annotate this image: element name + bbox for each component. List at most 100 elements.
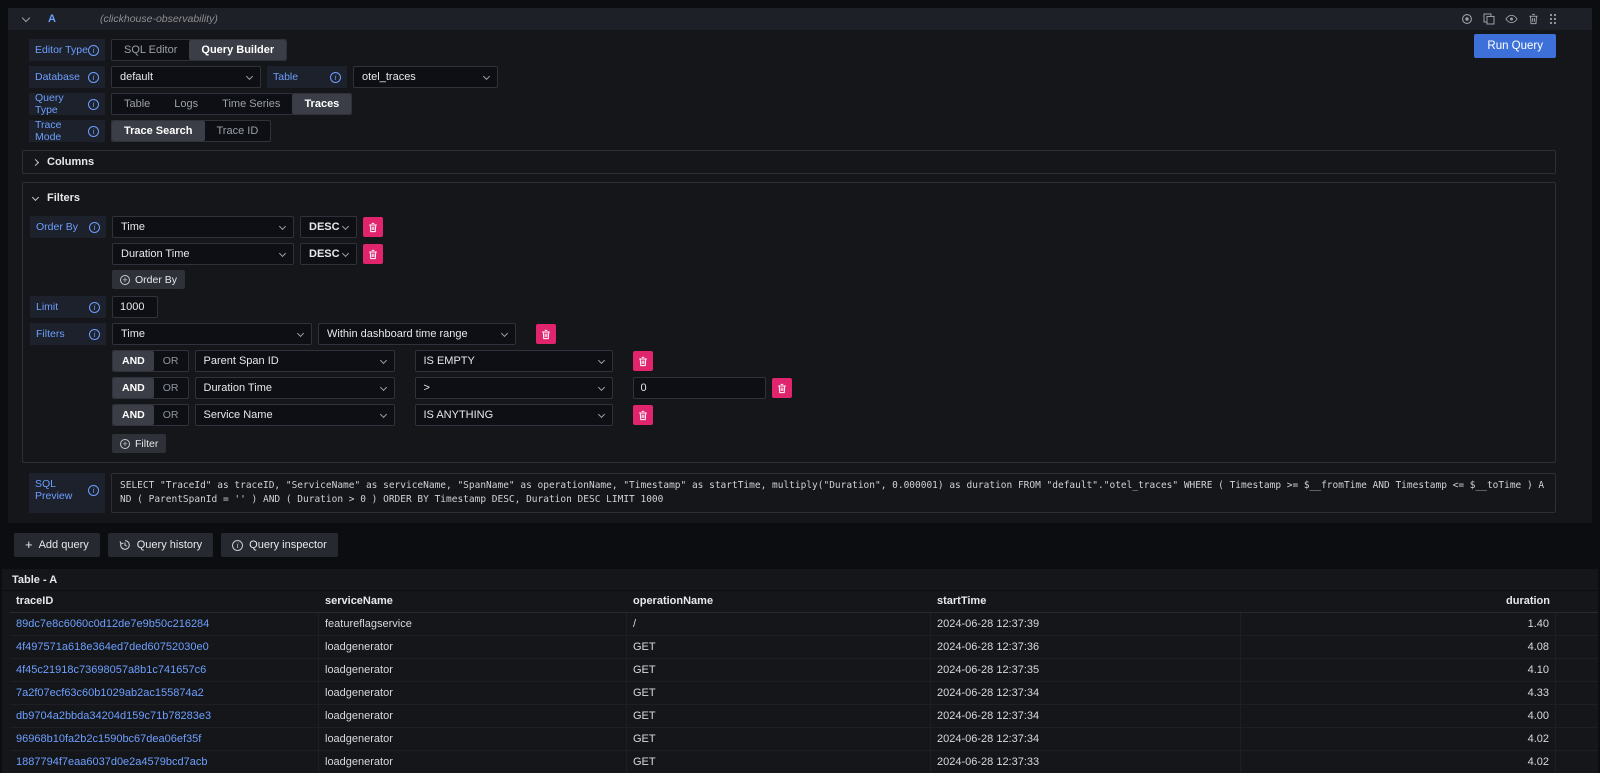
table-row: 4f45c21918c73698057a8b1c741657c6loadgene…: [10, 659, 1598, 682]
sql-editor-option[interactable]: SQL Editor: [112, 40, 189, 60]
query-toolbar: + Add query Query history i Query inspec…: [14, 533, 1592, 557]
columns-section[interactable]: Columns: [22, 150, 1556, 174]
time-series-option[interactable]: Time Series: [210, 94, 292, 114]
table-cell-filler: [1556, 636, 1598, 659]
trace-id-link[interactable]: 7a2f07ecf63c60b1029ab2ac155874a2: [10, 682, 319, 705]
order-by-direction-select[interactable]: DESC: [300, 216, 357, 238]
trace-id-link[interactable]: 89dc7e8c6060c0d12de7e9b50c216284: [10, 613, 319, 636]
or-option[interactable]: OR: [154, 405, 188, 425]
filters-section-header[interactable]: Filters: [30, 188, 1547, 208]
database-select[interactable]: default: [111, 66, 261, 88]
column-header-traceid[interactable]: traceID: [10, 591, 319, 613]
column-header-duration[interactable]: duration: [1241, 591, 1556, 613]
copy-icon[interactable]: [1478, 11, 1500, 27]
collapse-query-button[interactable]: [18, 16, 34, 23]
add-order-by-button[interactable]: + Order By: [112, 270, 185, 289]
editor-type-row: Editor Type i SQL Editor Query Builder: [29, 39, 1556, 61]
delete-filter-button[interactable]: [536, 324, 556, 344]
trace-id-link[interactable]: 4f497571a618e364ed7ded60752030e0: [10, 636, 319, 659]
table-cell: 2024-06-28 12:37:35: [931, 659, 1241, 682]
delete-filter-button[interactable]: [633, 405, 653, 425]
filter-operator-value: IS ANYTHING: [424, 409, 494, 421]
trash-icon[interactable]: [1523, 11, 1544, 27]
table-option[interactable]: Table: [112, 94, 162, 114]
table-row: 96968b10fa2b2c1590bc67dea06ef35floadgene…: [10, 728, 1598, 751]
circle-icon[interactable]: [1456, 11, 1478, 27]
filter-operator-select[interactable]: >: [415, 377, 613, 399]
delete-filter-button[interactable]: [772, 378, 792, 398]
column-header-operationname[interactable]: operationName: [627, 591, 931, 613]
trace-id-link[interactable]: 96968b10fa2b2c1590bc67dea06ef35f: [10, 728, 319, 751]
eye-icon[interactable]: [1500, 12, 1523, 26]
panel-title[interactable]: Table - A: [2, 569, 1598, 591]
info-icon[interactable]: i: [88, 72, 99, 83]
logs-option[interactable]: Logs: [162, 94, 210, 114]
add-query-button[interactable]: + Add query: [14, 533, 100, 557]
field-label: Limit: [36, 301, 58, 313]
trace-search-option[interactable]: Trace Search: [112, 121, 205, 141]
order-by-direction-select[interactable]: DESC: [300, 243, 357, 265]
circle-plus-icon: +: [120, 439, 130, 449]
table-cell: featureflagservice: [319, 613, 627, 636]
field-label: Query Type: [35, 92, 88, 116]
column-header-starttime[interactable]: startTime: [931, 591, 1241, 613]
filter-field-select[interactable]: Parent Span ID: [195, 350, 395, 372]
trace-id-link[interactable]: db9704a2bbda34204d159c71b78283e3: [10, 705, 319, 728]
table-cell: 2024-06-28 12:37:36: [931, 636, 1241, 659]
filter-operator-select[interactable]: IS ANYTHING: [415, 404, 613, 426]
filter-field-select[interactable]: Duration Time: [195, 377, 395, 399]
add-filter-label: Filter: [135, 438, 158, 450]
query-ref-id: A: [48, 13, 56, 25]
and-option[interactable]: AND: [113, 351, 154, 371]
info-icon[interactable]: i: [88, 126, 99, 137]
table-cell-filler: [1556, 659, 1598, 682]
info-icon[interactable]: i: [89, 302, 100, 313]
or-option[interactable]: OR: [154, 351, 188, 371]
limit-input[interactable]: [112, 296, 158, 318]
delete-order-by-button[interactable]: [363, 244, 383, 264]
run-query-button[interactable]: Run Query: [1474, 34, 1556, 58]
filter-field-value: Service Name: [204, 409, 273, 421]
info-icon[interactable]: i: [88, 485, 99, 496]
order-by-field-select[interactable]: Time: [112, 216, 294, 238]
table-cell: 4.33: [1241, 682, 1556, 705]
info-icon[interactable]: i: [88, 99, 99, 110]
info-icon[interactable]: i: [89, 329, 100, 340]
chevron-down-icon: [279, 222, 286, 229]
time-field-select[interactable]: Time: [112, 323, 312, 345]
delete-filter-button[interactable]: [633, 351, 653, 371]
trace-id-link[interactable]: 4f45c21918c73698057a8b1c741657c6: [10, 659, 319, 682]
query-type-row: Query Type i Table Logs Time Series Trac…: [29, 93, 1556, 115]
and-option[interactable]: AND: [113, 378, 154, 398]
history-icon: [119, 539, 131, 551]
trace-id-option[interactable]: Trace ID: [205, 121, 271, 141]
query-history-button[interactable]: Query history: [108, 533, 213, 557]
order-by-field-select[interactable]: Duration Time: [112, 243, 294, 265]
delete-order-by-button[interactable]: [363, 217, 383, 237]
table-select[interactable]: otel_traces: [353, 66, 498, 88]
filter-value-input[interactable]: [633, 377, 766, 399]
or-option[interactable]: OR: [154, 378, 188, 398]
filter-field-select[interactable]: Service Name: [195, 404, 395, 426]
query-inspector-button[interactable]: i Query inspector: [221, 533, 338, 557]
filter-operator-select[interactable]: IS EMPTY: [415, 350, 613, 372]
column-header-servicename[interactable]: serviceName: [319, 591, 627, 613]
query-builder-option[interactable]: Query Builder: [189, 40, 286, 60]
time-range-select[interactable]: Within dashboard time range: [318, 323, 516, 345]
info-icon[interactable]: i: [88, 45, 99, 56]
table-cell: 4.00: [1241, 705, 1556, 728]
add-filter-button[interactable]: + Filter: [112, 434, 166, 453]
traces-option[interactable]: Traces: [292, 94, 351, 114]
table-cell-filler: [1556, 751, 1598, 773]
table-row: 1887794f7eaa6037d0e2a4579bcd7acbloadgene…: [10, 751, 1598, 773]
chevron-down-icon: [297, 329, 304, 336]
chevron-down-icon: [342, 249, 349, 256]
plus-icon: +: [25, 539, 33, 551]
drag-handle-icon[interactable]: [1544, 11, 1562, 27]
and-option[interactable]: AND: [113, 405, 154, 425]
info-icon[interactable]: i: [89, 222, 100, 233]
info-icon[interactable]: i: [330, 72, 341, 83]
trace-id-link[interactable]: 1887794f7eaa6037d0e2a4579bcd7acb: [10, 751, 319, 773]
table-header-row: traceID serviceName operationName startT…: [10, 591, 1598, 613]
table-cell-filler: [1556, 682, 1598, 705]
